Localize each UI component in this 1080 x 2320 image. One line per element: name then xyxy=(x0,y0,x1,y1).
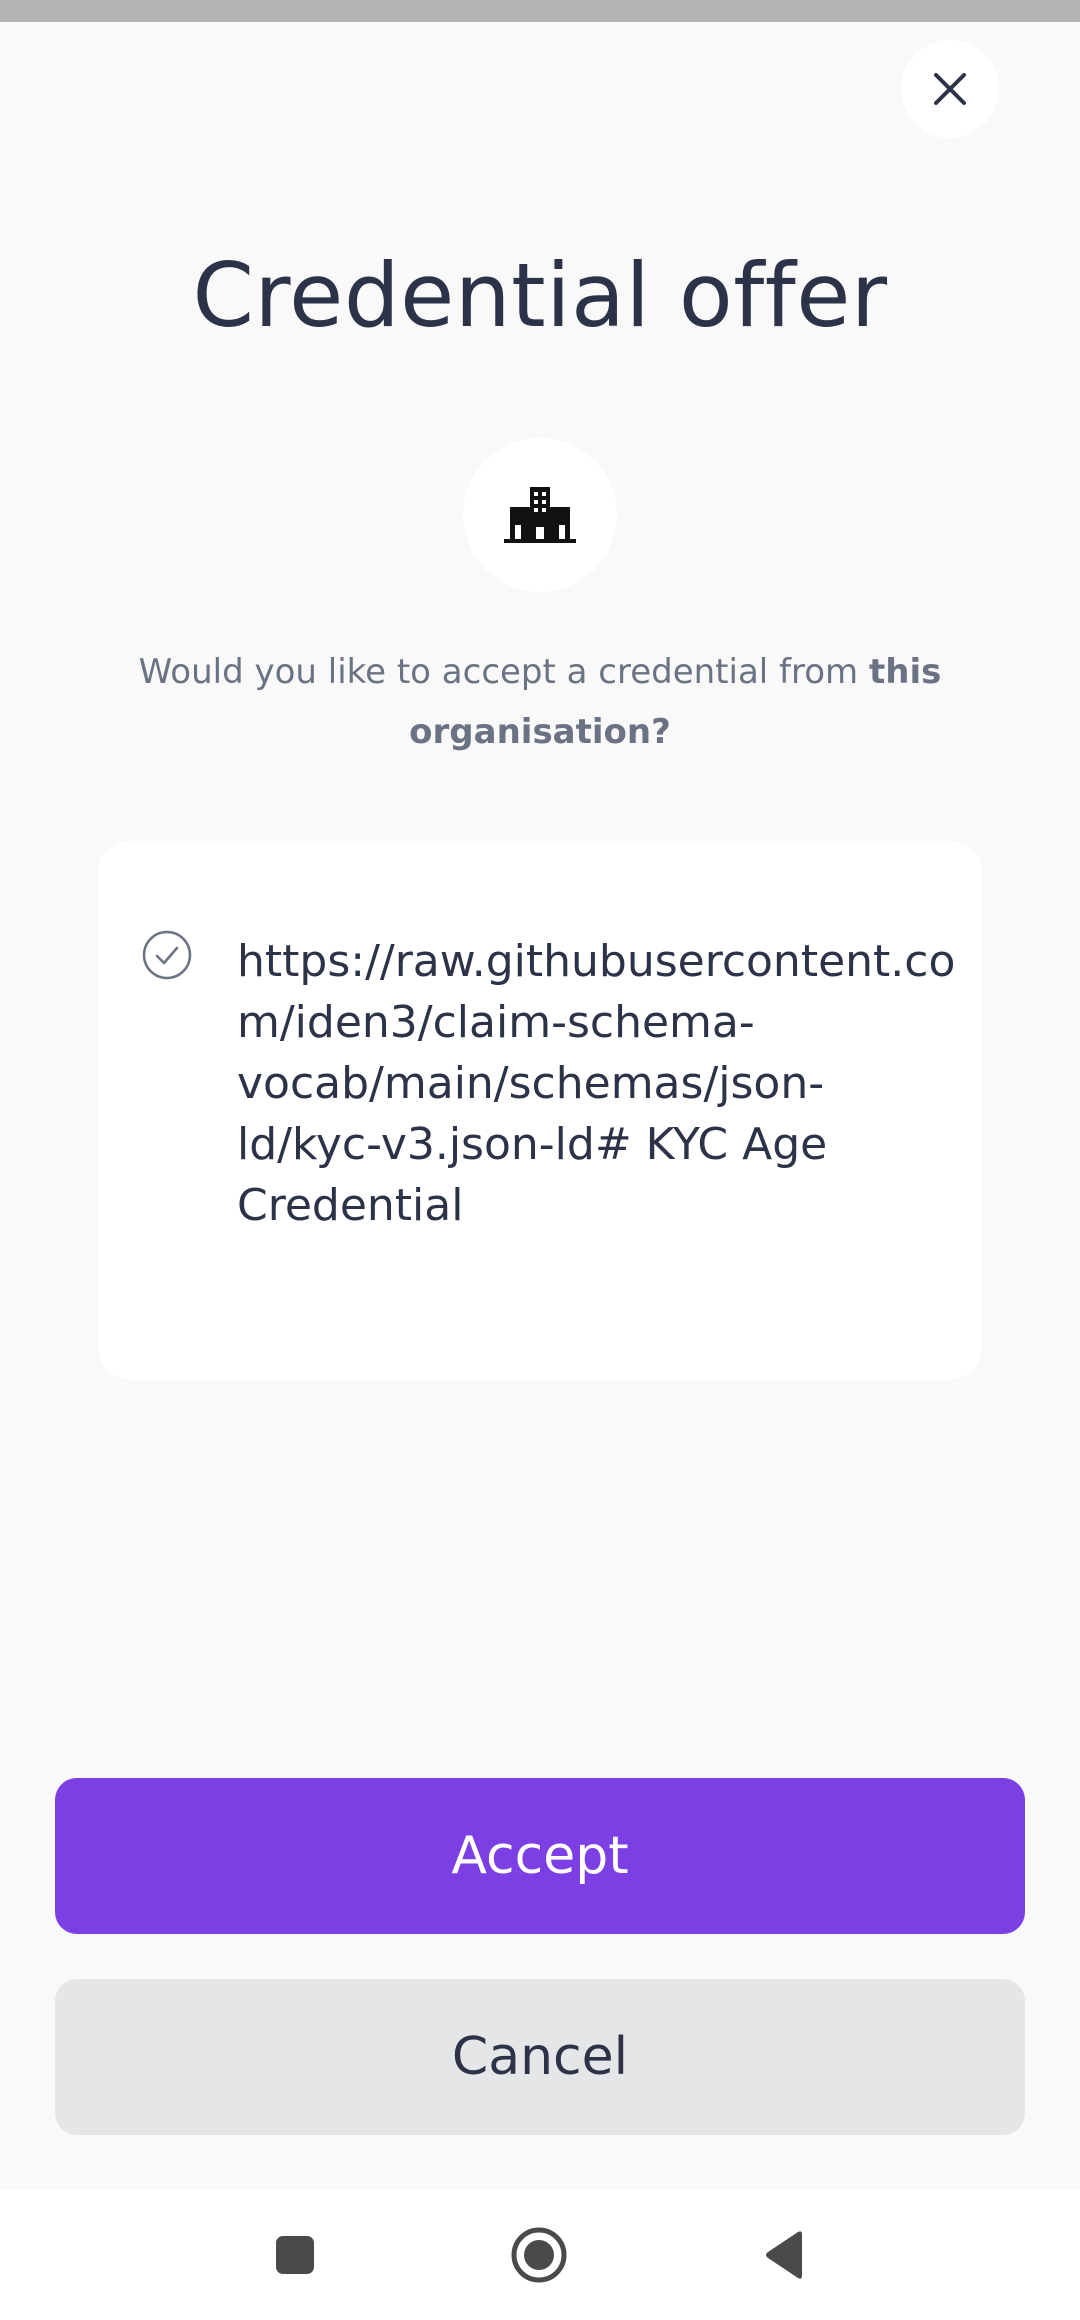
close-icon xyxy=(934,73,966,105)
credential-card: https://raw.githubusercontent.com/iden3/… xyxy=(99,841,981,1379)
accept-button[interactable]: Accept xyxy=(55,1778,1025,1934)
circle-icon xyxy=(511,2227,567,2283)
square-icon xyxy=(276,2236,314,2274)
page-title: Credential offer xyxy=(192,244,888,347)
triangle-back-icon xyxy=(766,2231,802,2279)
cancel-button[interactable]: Cancel xyxy=(55,1979,1025,2135)
credential-name: https://raw.githubusercontent.com/iden3/… xyxy=(237,936,956,1231)
question-text: Would you like to accept a credential fr… xyxy=(138,652,869,692)
system-navigation-bar xyxy=(0,2190,1080,2320)
back-button[interactable] xyxy=(734,2190,834,2320)
accept-question: Would you like to accept a credential fr… xyxy=(120,642,960,762)
organisation-avatar xyxy=(463,438,617,592)
close-button[interactable] xyxy=(901,40,999,138)
recents-button[interactable] xyxy=(245,2190,345,2320)
building-icon xyxy=(504,487,576,543)
credential-offer-screen: Credential offer Would you like to accep… xyxy=(0,0,1080,2320)
home-button[interactable] xyxy=(489,2190,589,2320)
status-bar xyxy=(0,0,1080,22)
check-circle-icon xyxy=(142,930,192,980)
